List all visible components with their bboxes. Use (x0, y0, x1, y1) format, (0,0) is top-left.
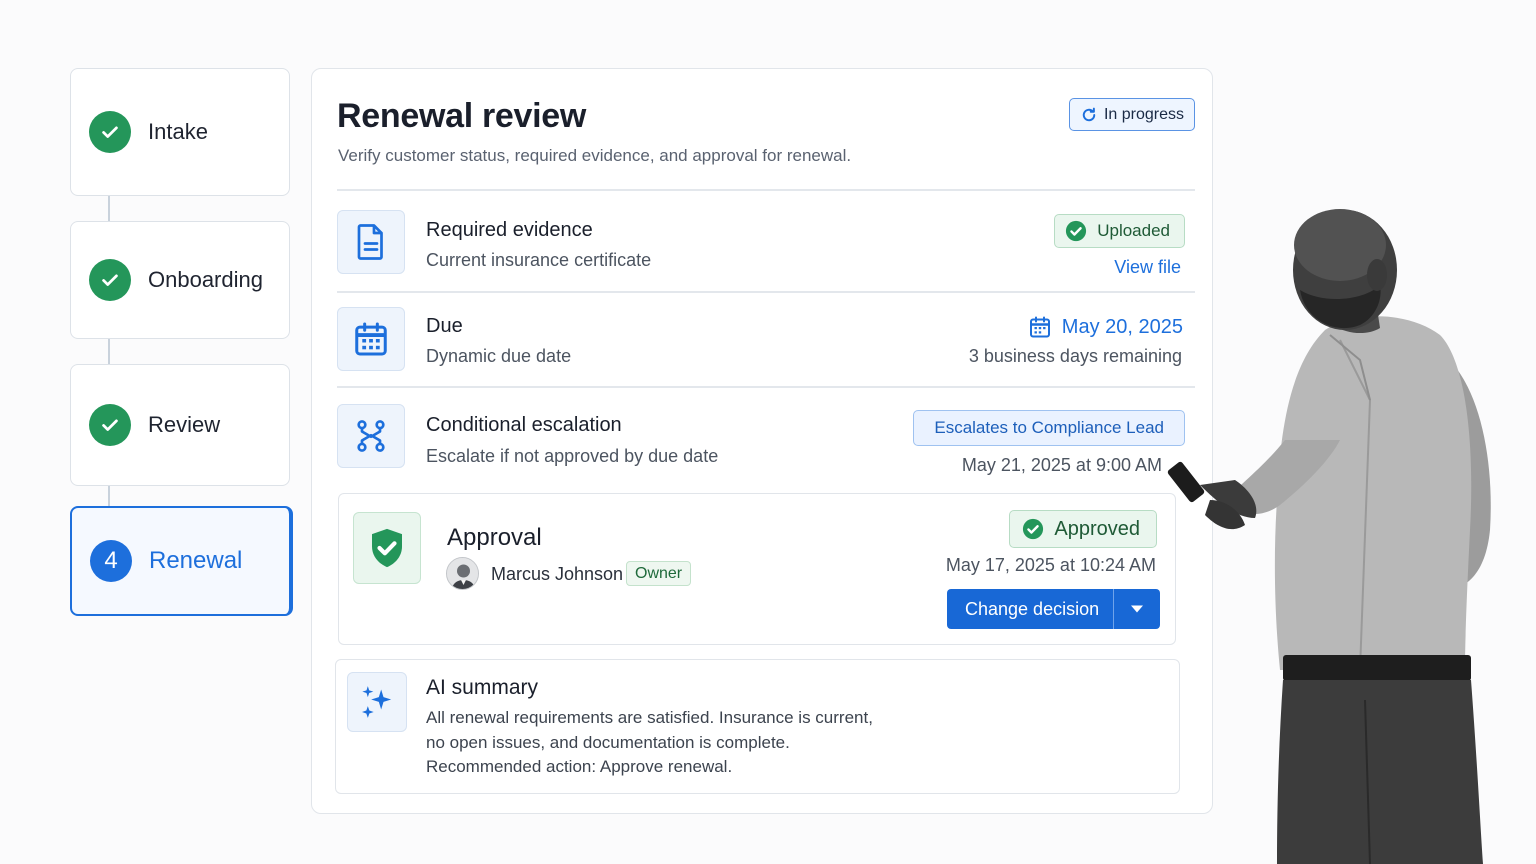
escalation-target-badge: Escalates to Compliance Lead (913, 410, 1185, 446)
change-decision-button[interactable]: Change decision (947, 589, 1113, 629)
evidence-row: Required evidence Current insurance cert… (337, 210, 1195, 290)
escalation-time: May 21, 2025 at 9:00 AM (961, 455, 1162, 475)
ai-summary-line: Recommended action: Approve renewal. (426, 757, 733, 776)
due-row: Due Dynamic due date May 20, 2025 3 busi… (337, 307, 1195, 387)
shield-check-icon (353, 512, 421, 584)
calendar-icon (1029, 316, 1050, 338)
approved-label: Approved (1054, 517, 1140, 540)
evidence-subtitle: Current insurance certificate (426, 250, 652, 270)
check-circle-icon (1023, 518, 1044, 540)
check-circle-icon (1066, 220, 1087, 242)
calendar-icon (337, 307, 405, 371)
divider (337, 386, 1195, 388)
escalation-subtitle: Escalate if not approved by due date (426, 446, 719, 466)
days-remaining: 3 business days remaining (968, 346, 1182, 366)
step-label: Renewal (149, 547, 243, 574)
approved-badge: Approved (1009, 510, 1157, 548)
approver-name: Marcus Johnson (491, 564, 624, 584)
document-icon (337, 210, 405, 274)
sparkle-icon (347, 672, 407, 732)
role-badge: Owner (626, 561, 692, 586)
evidence-title: Required evidence (426, 219, 593, 241)
step-onboarding[interactable]: Onboarding (70, 221, 290, 339)
renewal-review-card: Renewal review Verify customer status, r… (311, 68, 1213, 814)
status-label: In progress (1103, 105, 1184, 123)
divider (337, 291, 1195, 293)
due-title: Due (426, 315, 463, 337)
status-badge: In progress (1068, 98, 1195, 131)
divider (337, 189, 1195, 191)
change-decision-split-button: Change decision (947, 589, 1161, 629)
check-icon (89, 259, 131, 301)
page-subtitle: Verify customer status, required evidenc… (338, 146, 852, 165)
ai-summary-card: AI summary All renewal requirements are … (335, 659, 1180, 794)
stepper-connector (108, 132, 110, 562)
step-label: Onboarding (148, 267, 263, 292)
approval-card: Approval Marcus Johnson Owner Approved M… (338, 493, 1176, 645)
approval-time: May 17, 2025 at 10:24 AM (945, 555, 1156, 575)
step-renewal[interactable]: 4 Renewal (70, 506, 293, 616)
step-label: Review (148, 412, 221, 437)
check-icon (89, 111, 131, 153)
check-icon (89, 404, 131, 446)
step-number: 4 (90, 540, 132, 582)
ai-summary-line: All renewal requirements are satisfied. … (426, 708, 873, 727)
ai-summary-text: All renewal requirements are satisfied. … (426, 706, 906, 780)
branch-icon (337, 404, 405, 468)
escalation-row: Conditional escalation Escalate if not a… (337, 404, 1195, 484)
page: Intake Onboarding Review 4 Renewal Renew… (0, 0, 1536, 864)
chevron-down-icon[interactable] (1114, 589, 1160, 629)
ai-summary-line: no open issues, and documentation is com… (426, 732, 790, 752)
refresh-icon (1082, 107, 1096, 121)
step-review[interactable]: Review (70, 364, 290, 486)
person-with-phone-image (1167, 209, 1491, 864)
step-intake[interactable]: Intake (70, 68, 290, 196)
step-label: Intake (148, 119, 208, 144)
due-date: May 20, 2025 (1028, 315, 1183, 339)
avatar (446, 557, 479, 590)
ai-summary-title: AI summary (426, 676, 539, 699)
uploaded-label: Uploaded (1097, 221, 1170, 240)
approval-title: Approval (447, 524, 542, 551)
due-subtitle: Dynamic due date (426, 346, 572, 366)
page-title: Renewal review (337, 97, 587, 135)
escalation-title: Conditional escalation (426, 414, 622, 436)
